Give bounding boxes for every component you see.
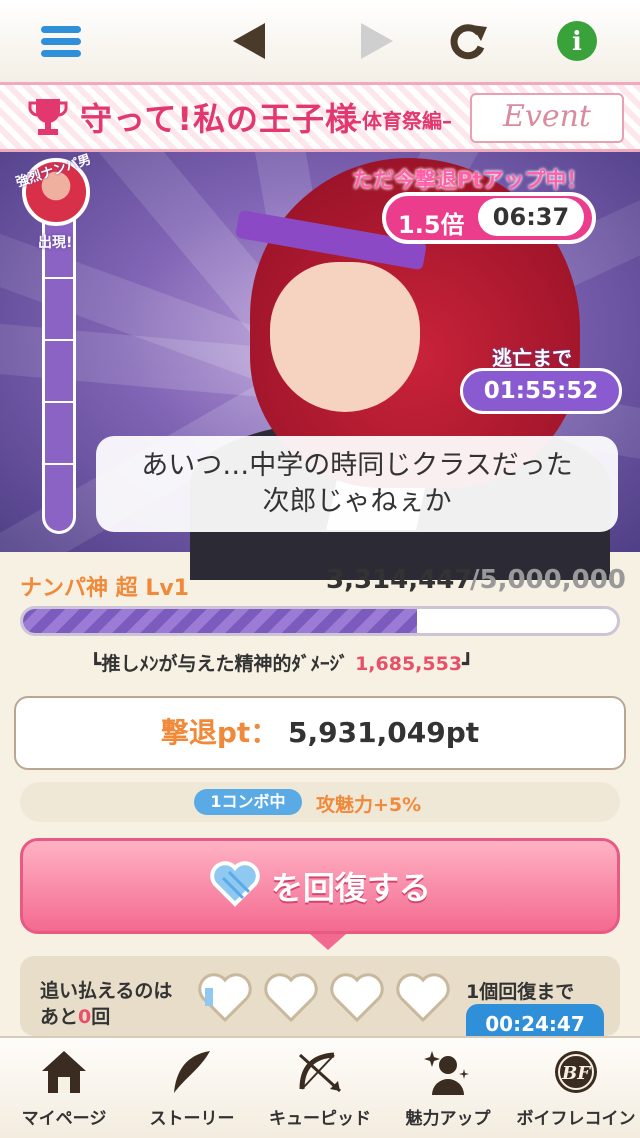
info-glyph: i — [572, 27, 582, 57]
points-value: 5,931,049pt — [288, 716, 480, 749]
damage-label: ┗推しﾒﾝが与えた精神的ﾀﾞﾒｰｼﾞ — [90, 653, 349, 675]
boss-hp-max: /5,000,000 — [470, 565, 626, 595]
speech-line-2: 次郎じゃねぇか — [262, 486, 452, 517]
hamburger-menu-icon[interactable] — [34, 14, 88, 68]
speech-line-1: あいつ…中学の時同じクラスだった — [141, 450, 573, 481]
escape-label: 逃亡まで — [492, 346, 572, 370]
boss-name: ナンパ神 超 Lv1 — [20, 576, 189, 601]
nav-item-coin[interactable]: BF ボイフレコイン — [512, 1038, 640, 1138]
stock-prefix: あと — [40, 1006, 79, 1028]
info-icon[interactable]: i — [550, 14, 604, 68]
boss-hp-current: 3,314,447 — [326, 565, 473, 595]
combo-badge: 1コンボ中 — [194, 789, 302, 815]
heart-slot-icon — [263, 970, 319, 1026]
event-banner[interactable]: 守って!私の王子様 –体育祭編– Event — [0, 82, 640, 152]
home-icon — [36, 1046, 92, 1098]
stock-count: 0 — [78, 1006, 92, 1028]
reload-icon[interactable] — [440, 14, 494, 68]
recover-label: を回復する — [270, 869, 431, 907]
stock-label-line2: あと0回 — [40, 1002, 110, 1029]
recover-button[interactable]: を回復する — [20, 838, 620, 934]
recover-pointer — [310, 934, 346, 950]
coin-mark: BF — [561, 1063, 591, 1084]
feather-quill-icon — [164, 1046, 220, 1098]
heart-icon — [209, 860, 261, 912]
bottom-nav: マイページ ストーリー キューピッド 魅力アップ BF ボイフレコイン — [0, 1036, 640, 1138]
combo-bonus: 攻魅力+5% — [316, 794, 422, 816]
nav-label: ボイフレコイン — [516, 1109, 636, 1129]
gauge-bottom-label: 出現! — [38, 235, 73, 251]
boss-hp-fill — [23, 609, 417, 633]
coin-icon: BF — [548, 1046, 604, 1098]
boost-timer: 06:37 — [478, 198, 584, 236]
bow-arrow-icon — [292, 1046, 348, 1098]
trophy-icon — [26, 95, 70, 139]
damage-row: ┗推しﾒﾝが与えた精神的ﾀﾞﾒｰｼﾞ 1,685,553┛ — [90, 649, 474, 676]
stock-label-line1: 追い払えるのは — [40, 980, 173, 1002]
nav-label: マイページ — [21, 1109, 107, 1129]
character-face — [270, 262, 420, 412]
nav-item-story[interactable]: ストーリー — [128, 1038, 256, 1138]
appearance-gauge-fill — [45, 207, 73, 531]
next-recover-label: 1個回復まで — [466, 981, 575, 1003]
damage-value: 1,685,553 — [355, 653, 463, 675]
points-box: 撃退pt： 5,931,049pt — [14, 696, 626, 770]
damage-bracket: ┛ — [462, 653, 474, 675]
sparkle-person-icon — [420, 1046, 476, 1098]
boost-title: ただ今撃退Ptアップ中！ — [352, 168, 588, 192]
heart-slot-icon — [197, 970, 253, 1026]
escape-timer: 01:55:52 — [460, 368, 622, 414]
event-badge: Event — [470, 93, 624, 143]
appearance-gauge — [42, 204, 76, 534]
heart-slot-icon — [329, 970, 385, 1026]
back-arrow-icon[interactable] — [222, 14, 276, 68]
next-recover-timer: 00:24:47 — [466, 1004, 604, 1040]
forward-arrow-icon[interactable] — [350, 14, 404, 68]
event-subtitle: –体育祭編– — [352, 109, 452, 133]
nav-label: ストーリー — [149, 1109, 235, 1129]
nav-item-cupid[interactable]: キューピッド — [256, 1038, 384, 1138]
nav-label: キューピッド — [269, 1109, 371, 1129]
speech-bubble: あいつ…中学の時同じクラスだった 次郎じゃねぇか — [96, 436, 618, 532]
event-title: 守って!私の王子様 — [80, 100, 358, 138]
points-label: 撃退pt： — [160, 716, 279, 749]
stock-suffix: 回 — [91, 1006, 111, 1028]
boss-hp-bar — [20, 606, 620, 636]
nav-item-mypage[interactable]: マイページ — [0, 1038, 128, 1138]
boost-multiplier: 1.5倍 — [398, 211, 465, 239]
top-toolbar: i — [0, 0, 640, 83]
heart-slot-icon — [395, 970, 451, 1026]
nav-item-charm-up[interactable]: 魅力アップ — [384, 1038, 512, 1138]
nav-label: 魅力アップ — [405, 1109, 491, 1129]
